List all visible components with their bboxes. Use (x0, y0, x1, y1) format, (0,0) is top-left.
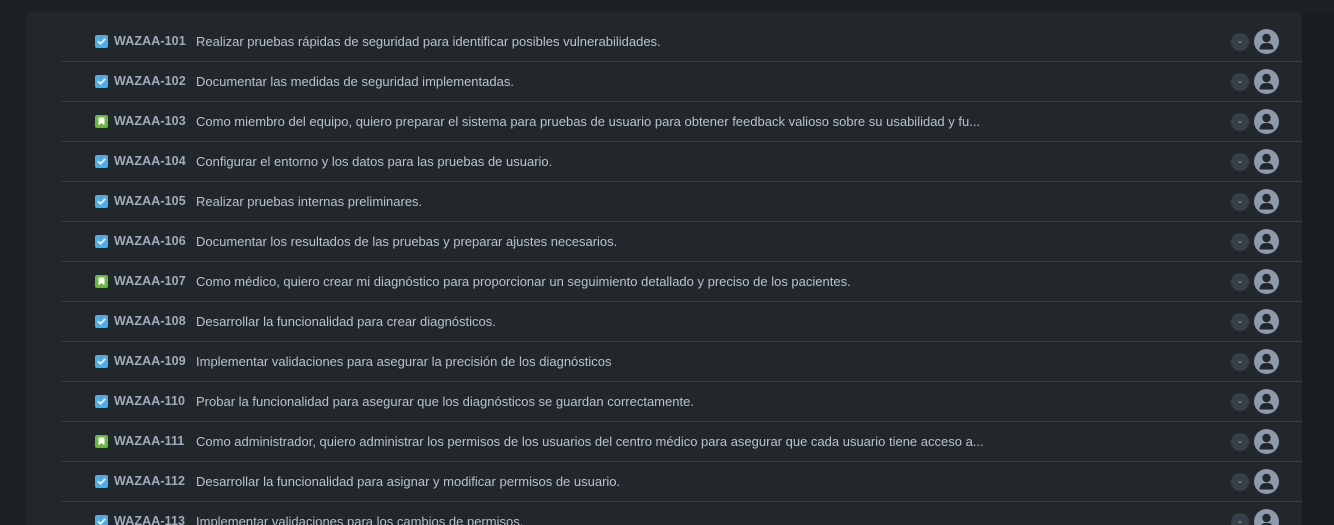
backlog-view: WAZAA-101 Realizar pruebas rápidas de se… (0, 0, 1334, 525)
assignee-avatar-icon[interactable] (1254, 29, 1279, 54)
issue-summary[interactable]: Implementar validaciones para los cambio… (196, 514, 523, 525)
story-points-badge[interactable]: - (1231, 473, 1249, 491)
task-checkbox-icon (95, 235, 108, 248)
issue-row[interactable]: WAZAA-109 Implementar validaciones para … (62, 342, 1320, 382)
issue-summary[interactable]: Como administrador, quiero administrar l… (196, 434, 984, 449)
issue-key[interactable]: WAZAA-103 (114, 114, 186, 128)
issue-row[interactable]: WAZAA-106 Documentar los resultados de l… (62, 222, 1320, 262)
assignee-avatar-icon[interactable] (1254, 189, 1279, 214)
issue-summary[interactable]: Desarrollar la funcionalidad para crear … (196, 314, 496, 329)
assignee-avatar-icon[interactable] (1254, 149, 1279, 174)
story-points-badge[interactable]: - (1231, 73, 1249, 91)
assignee-avatar-icon[interactable] (1254, 469, 1279, 494)
issue-key[interactable]: WAZAA-113 (114, 514, 185, 525)
issue-list: WAZAA-101 Realizar pruebas rápidas de se… (62, 22, 1320, 525)
story-points-badge[interactable]: - (1231, 193, 1249, 211)
issue-key[interactable]: WAZAA-101 (114, 34, 186, 48)
issue-key[interactable]: WAZAA-106 (114, 234, 186, 248)
task-checkbox-icon (95, 75, 108, 88)
issue-row[interactable]: WAZAA-110 Probar la funcionalidad para a… (62, 382, 1320, 422)
assignee-avatar-icon[interactable] (1254, 429, 1279, 454)
story-points-badge[interactable]: - (1231, 433, 1249, 451)
story-icon (95, 115, 108, 128)
issue-summary[interactable]: Documentar los resultados de las pruebas… (196, 234, 617, 249)
backlog-panel: WAZAA-101 Realizar pruebas rápidas de se… (26, 12, 1320, 525)
right-gutter (1302, 14, 1334, 525)
assignee-avatar-icon[interactable] (1254, 109, 1279, 134)
task-checkbox-icon (95, 355, 108, 368)
story-points-badge[interactable]: - (1231, 313, 1249, 331)
issue-row[interactable]: WAZAA-102 Documentar las medidas de segu… (62, 62, 1320, 102)
issue-summary[interactable]: Desarrollar la funcionalidad para asigna… (196, 474, 620, 489)
issue-summary[interactable]: Como miembro del equipo, quiero preparar… (196, 114, 980, 129)
story-points-badge[interactable]: - (1231, 353, 1249, 371)
story-points-badge[interactable]: - (1231, 113, 1249, 131)
story-points-badge[interactable]: - (1231, 393, 1249, 411)
issue-key[interactable]: WAZAA-107 (114, 274, 186, 288)
assignee-avatar-icon[interactable] (1254, 389, 1279, 414)
issue-row[interactable]: WAZAA-111 Como administrador, quiero adm… (62, 422, 1320, 462)
issue-key[interactable]: WAZAA-112 (114, 474, 185, 488)
issue-row[interactable]: WAZAA-113 Implementar validaciones para … (62, 502, 1320, 525)
issue-row[interactable]: WAZAA-103 Como miembro del equipo, quier… (62, 102, 1320, 142)
task-checkbox-icon (95, 195, 108, 208)
issue-key[interactable]: WAZAA-108 (114, 314, 186, 328)
story-points-badge[interactable]: - (1231, 273, 1249, 291)
issue-summary[interactable]: Documentar las medidas de seguridad impl… (196, 74, 514, 89)
issue-summary[interactable]: Realizar pruebas rápidas de seguridad pa… (196, 34, 661, 49)
story-points-badge[interactable]: - (1231, 153, 1249, 171)
task-checkbox-icon (95, 155, 108, 168)
assignee-avatar-icon[interactable] (1254, 349, 1279, 374)
task-checkbox-icon (95, 395, 108, 408)
task-checkbox-icon (95, 35, 108, 48)
assignee-avatar-icon[interactable] (1254, 269, 1279, 294)
story-points-badge[interactable]: - (1231, 33, 1249, 51)
issue-key[interactable]: WAZAA-110 (114, 394, 185, 408)
issue-summary[interactable]: Probar la funcionalidad para asegurar qu… (196, 394, 694, 409)
story-icon (95, 275, 108, 288)
issue-key[interactable]: WAZAA-111 (114, 434, 184, 448)
assignee-avatar-icon[interactable] (1254, 69, 1279, 94)
issue-summary[interactable]: Como médico, quiero crear mi diagnóstico… (196, 274, 851, 289)
issue-key[interactable]: WAZAA-105 (114, 194, 186, 208)
issue-row[interactable]: WAZAA-108 Desarrollar la funcionalidad p… (62, 302, 1320, 342)
issue-summary[interactable]: Implementar validaciones para asegurar l… (196, 354, 612, 369)
story-points-badge[interactable]: - (1231, 233, 1249, 251)
issue-row[interactable]: WAZAA-105 Realizar pruebas internas prel… (62, 182, 1320, 222)
issue-row[interactable]: WAZAA-112 Desarrollar la funcionalidad p… (62, 462, 1320, 502)
assignee-avatar-icon[interactable] (1254, 229, 1279, 254)
issue-row[interactable]: WAZAA-107 Como médico, quiero crear mi d… (62, 262, 1320, 302)
issue-row[interactable]: WAZAA-101 Realizar pruebas rápidas de se… (62, 22, 1320, 62)
assignee-avatar-icon[interactable] (1254, 309, 1279, 334)
task-checkbox-icon (95, 475, 108, 488)
issue-row[interactable]: WAZAA-104 Configurar el entorno y los da… (62, 142, 1320, 182)
story-points-badge[interactable]: - (1231, 513, 1249, 525)
issue-summary[interactable]: Configurar el entorno y los datos para l… (196, 154, 552, 169)
issue-key[interactable]: WAZAA-102 (114, 74, 186, 88)
assignee-avatar-icon[interactable] (1254, 509, 1279, 525)
issue-summary[interactable]: Realizar pruebas internas preliminares. (196, 194, 422, 209)
issue-key[interactable]: WAZAA-104 (114, 154, 186, 168)
task-checkbox-icon (95, 515, 108, 525)
story-icon (95, 435, 108, 448)
task-checkbox-icon (95, 315, 108, 328)
issue-key[interactable]: WAZAA-109 (114, 354, 186, 368)
